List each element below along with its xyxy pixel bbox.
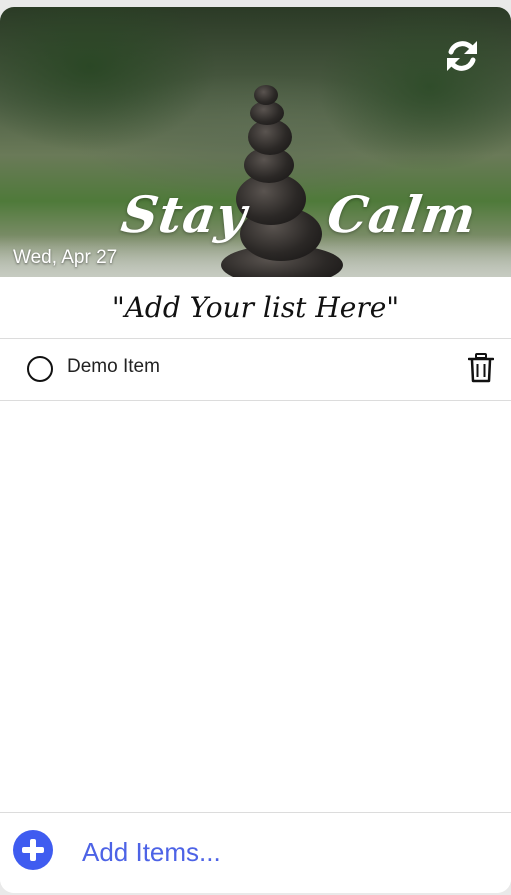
list-item: Demo Item bbox=[0, 339, 511, 401]
list-title: "Add Your list Here" bbox=[0, 277, 511, 339]
todo-card: Stay Calm Wed, Apr 27 "Add Your list Her… bbox=[0, 7, 511, 893]
quote-word: Stay bbox=[117, 185, 251, 244]
quote-word: Calm bbox=[323, 185, 481, 244]
add-item-bar bbox=[0, 812, 511, 893]
add-item-input[interactable] bbox=[80, 831, 484, 873]
stone bbox=[254, 85, 278, 105]
plus-circle-icon[interactable] bbox=[13, 830, 53, 870]
header-image: Stay Calm Wed, Apr 27 bbox=[0, 7, 511, 277]
date-label: Wed, Apr 27 bbox=[13, 247, 118, 268]
refresh-icon[interactable] bbox=[443, 37, 481, 75]
item-label[interactable]: Demo Item bbox=[67, 356, 160, 378]
complete-checkbox[interactable] bbox=[27, 356, 53, 382]
trash-icon[interactable] bbox=[468, 353, 494, 383]
